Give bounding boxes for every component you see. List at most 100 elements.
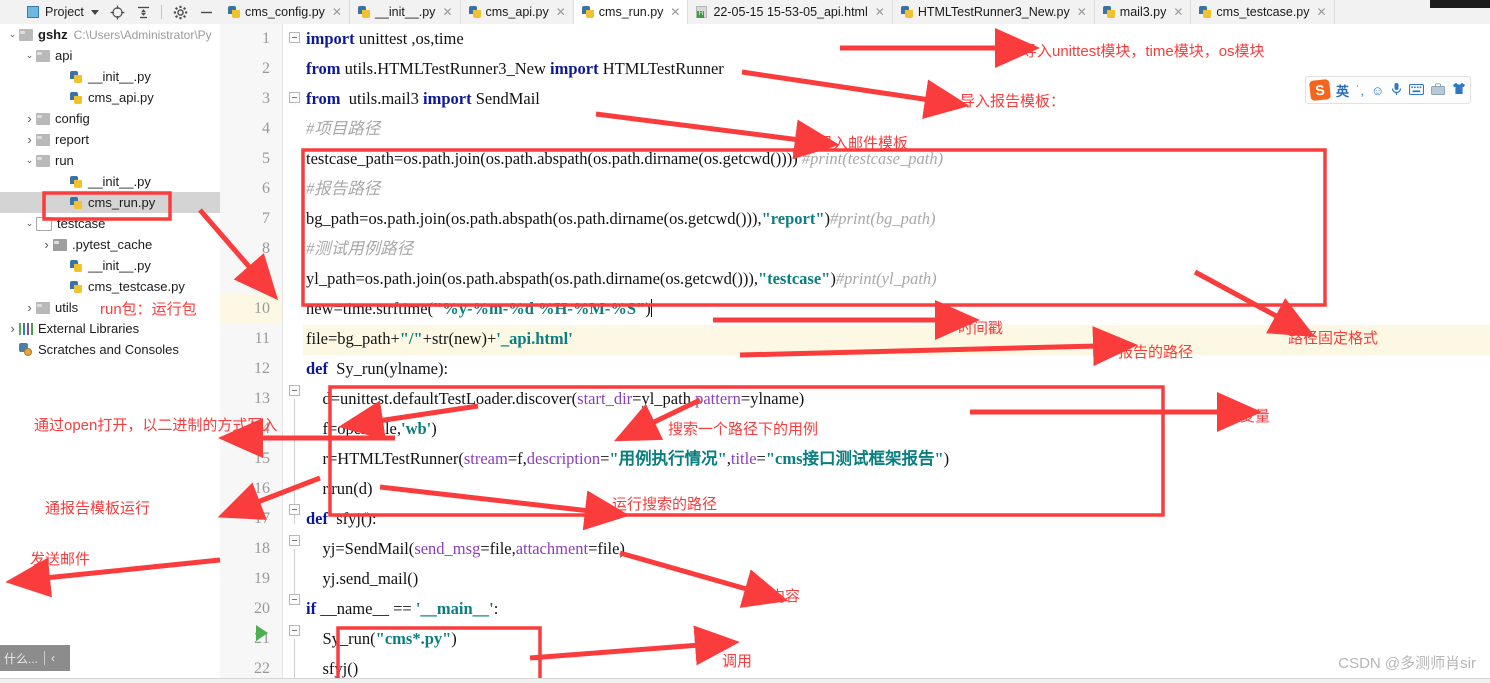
editor-tab-strip: cms_config.py ✕ __init__.py ✕ cms_api.py ✕ cms… <box>220 0 1335 24</box>
code-line-6[interactable]: #报告路径 <box>306 174 380 204</box>
code-line-12[interactable]: def Sy_run(ylname): <box>306 354 448 384</box>
code-line-3[interactable]: from utils.mail3 import SendMail <box>306 84 540 114</box>
python-file-icon <box>468 5 482 19</box>
code-line-1[interactable]: import unittest ,os,time <box>306 24 464 54</box>
tree-item-config[interactable]: › config <box>0 108 220 129</box>
code-line-19[interactable]: yj.send_mail() <box>306 564 419 594</box>
run-gutter-icon[interactable] <box>256 625 268 641</box>
editor-tab-htmltestrunner3-new-py[interactable]: HTMLTestRunner3_New.py ✕ <box>892 0 1095 24</box>
fold-marker[interactable] <box>289 535 301 552</box>
chevron-down-icon[interactable]: ⌄ <box>6 28 19 41</box>
settings-gear-icon[interactable] <box>173 5 188 20</box>
code-line-14[interactable]: f=open(file,'wb') <box>306 414 437 444</box>
chevron-right-icon[interactable]: › <box>23 111 36 126</box>
tree-item-cms-testcase-py[interactable]: cms_testcase.py <box>0 276 220 297</box>
tree-item-scratches-and-consoles[interactable]: Scratches and Consoles <box>0 339 220 360</box>
close-icon[interactable]: ✕ <box>556 5 566 19</box>
folder-icon <box>36 133 50 146</box>
tree-item-testcase[interactable]: ⌄ testcase <box>0 213 220 234</box>
tree-item--pytest-cache[interactable]: › .pytest_cache <box>0 234 220 255</box>
close-icon[interactable]: ✕ <box>1173 5 1183 19</box>
editor-tab-cms-api-py[interactable]: cms_api.py ✕ <box>460 0 574 24</box>
code-line-8[interactable]: #测试用例路径 <box>306 234 413 264</box>
line-number: 16 <box>254 480 270 497</box>
chevron-right-icon[interactable]: › <box>40 237 53 252</box>
code-line-15[interactable]: r=HTMLTestRunner(stream=f,description="用… <box>306 444 950 474</box>
editor-tab-label: 22-05-15 15-53-05_api.html <box>713 5 868 19</box>
close-icon[interactable]: ✕ <box>875 5 885 19</box>
tree-item-label: External Libraries <box>38 321 140 336</box>
ime-language-mode[interactable]: 英 <box>1336 81 1349 100</box>
code-line-20[interactable]: if __name__ == '__main__': <box>306 594 498 624</box>
code-line-18[interactable]: yj=SendMail(send_msg=file,attachment=fil… <box>306 534 625 564</box>
close-icon[interactable]: ✕ <box>442 5 452 19</box>
close-icon[interactable]: ✕ <box>332 5 342 19</box>
annotation-label-a4: run包：运行包 <box>100 301 197 318</box>
microphone-icon[interactable] <box>1391 82 1402 99</box>
chevron-down-icon[interactable] <box>90 9 99 15</box>
code-editor[interactable]: 1 2 3 4 5 6 7 8 9 10 11 12 13 14 15 16 17 18 19 20 21 22 impo… <box>220 24 1490 683</box>
comma-icon[interactable]: ˙, <box>1356 83 1364 98</box>
minimize-icon[interactable] <box>199 5 214 20</box>
code-line-4[interactable]: #项目路径 <box>306 114 380 144</box>
code-line-10[interactable]: new=time.strftime("%y-%m-%d %H-%M-%S") <box>306 294 652 324</box>
tree-item-cms-api-py[interactable]: cms_api.py <box>0 87 220 108</box>
sogou-logo-icon[interactable]: S <box>1309 79 1331 101</box>
code-line-13[interactable]: d=unittest.defaultTestLoader.discover(st… <box>306 384 805 414</box>
tree-item-api[interactable]: ⌄ api <box>0 45 220 66</box>
close-icon[interactable]: ✕ <box>1077 5 1087 19</box>
line-number: 1 <box>262 30 270 47</box>
chevron-right-icon[interactable]: › <box>6 321 19 336</box>
locate-icon[interactable] <box>110 5 125 20</box>
tree-item-external-libraries[interactable]: › External Libraries <box>0 318 220 339</box>
sogou-ime-toolbar[interactable]: S 英 ˙, ☺ <box>1305 76 1472 104</box>
chevron-right-icon[interactable]: › <box>23 132 36 147</box>
chevron-down-icon[interactable]: ⌄ <box>23 217 36 230</box>
annotation-label-a5: 时间戳 <box>958 320 1004 337</box>
smiley-icon[interactable]: ☺ <box>1371 83 1384 98</box>
close-icon[interactable]: ✕ <box>1317 5 1327 19</box>
editor-tab--init-py[interactable]: __init__.py ✕ <box>349 0 461 24</box>
skin-icon[interactable] <box>1452 82 1466 98</box>
code-line-21[interactable]: Sy_run("cms*.py") <box>306 624 457 654</box>
editor-tab-mail3-py[interactable]: mail3.py ✕ <box>1094 0 1192 24</box>
status-bar-left-button[interactable]: 什么... ‹ <box>0 645 70 671</box>
tree-item-cms-run-py[interactable]: cms_run.py <box>0 192 220 213</box>
chevron-down-icon[interactable]: ⌄ <box>23 154 36 167</box>
editor-tab-cms-run-py[interactable]: cms_run.py ✕ <box>573 0 689 24</box>
window-controls[interactable] <box>1430 0 1490 8</box>
code-line-11[interactable]: file=bg_path+"/"+str(new)+'_api.html' <box>306 324 573 354</box>
tree-item-report[interactable]: › report <box>0 129 220 150</box>
tree-item--init-py[interactable]: __init__.py <box>0 66 220 87</box>
python-file-icon <box>70 259 83 273</box>
toolbox-icon[interactable] <box>1431 82 1446 98</box>
chevron-right-icon[interactable]: › <box>23 300 36 315</box>
collapse-all-icon[interactable] <box>136 5 151 20</box>
editor-tab-label: cms_api.py <box>485 5 549 19</box>
fold-marker[interactable] <box>289 32 301 49</box>
fold-marker[interactable] <box>289 594 300 605</box>
close-icon[interactable]: ✕ <box>670 5 680 19</box>
folder-icon <box>19 28 33 41</box>
editor-tab-cms-testcase-py[interactable]: cms_testcase.py ✕ <box>1191 0 1335 24</box>
fold-marker[interactable] <box>289 385 301 402</box>
code-folding-column[interactable] <box>282 24 303 683</box>
fold-marker[interactable] <box>289 625 301 642</box>
fold-marker[interactable] <box>289 504 300 515</box>
tree-item-gshz[interactable]: ⌄ gshz C:\Users\Administrator\Py <box>0 24 220 45</box>
tree-item--init-py[interactable]: __init__.py <box>0 255 220 276</box>
collapse-left-icon[interactable]: ‹ <box>51 651 55 665</box>
tree-item--init-py[interactable]: __init__.py <box>0 171 220 192</box>
fold-marker[interactable] <box>289 92 301 109</box>
code-line-7[interactable]: bg_path=os.path.join(os.path.abspath(os.… <box>306 204 935 234</box>
chevron-down-icon[interactable]: ⌄ <box>23 49 36 62</box>
code-line-16[interactable]: r.run(d) <box>306 474 373 504</box>
line-number: 3 <box>262 90 270 107</box>
editor-tab-22-05-15-15-53-05-api-html[interactable]: H 22-05-15 15-53-05_api.html ✕ <box>688 0 893 24</box>
code-line-9[interactable]: yl_path=os.path.join(os.path.abspath(os.… <box>306 264 937 294</box>
keyboard-icon[interactable] <box>1409 83 1425 98</box>
editor-tab-cms-config-py[interactable]: cms_config.py ✕ <box>220 0 350 24</box>
code-line-17[interactable]: def sfyj(): <box>306 504 377 534</box>
tree-item-run[interactable]: ⌄ run <box>0 150 220 171</box>
code-line-2[interactable]: from utils.HTMLTestRunner3_New import HT… <box>306 54 724 84</box>
